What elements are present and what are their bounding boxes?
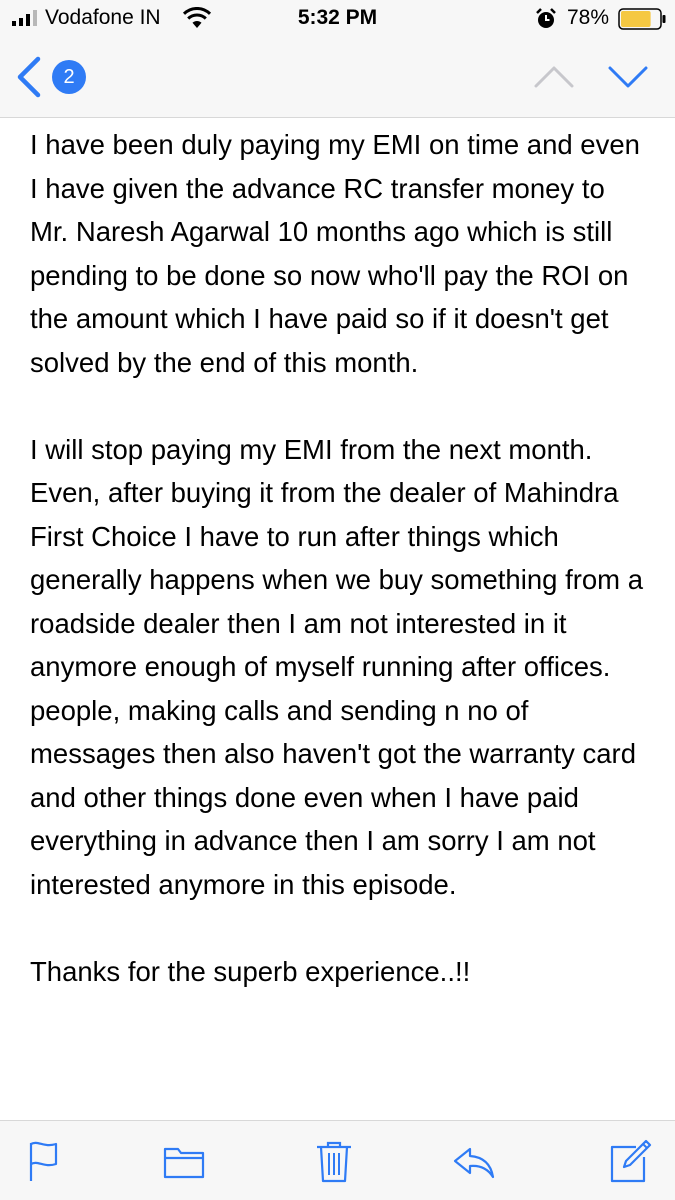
message-paragraph: I have been duly paying my EMI on time a… (30, 129, 640, 378)
folder-icon[interactable] (162, 1139, 206, 1183)
battery-percent: 78% (567, 6, 610, 29)
previous-message-icon[interactable] (532, 62, 576, 92)
back-button[interactable]: 2 (10, 54, 90, 100)
unread-count-badge: 2 (52, 60, 86, 94)
message-body: I have been duly paying my EMI on time a… (0, 118, 675, 1120)
reply-icon[interactable] (452, 1139, 496, 1183)
mail-message-screen: Vodafone IN 5:32 PM 78% 2 I have been du… (0, 0, 675, 1200)
status-bar: Vodafone IN 5:32 PM 78% (0, 0, 675, 38)
alarm-icon (536, 8, 556, 28)
message-paragraph: Thanks for the superb experience..!! (30, 955, 471, 987)
back-chevron-icon (17, 56, 41, 98)
message-paragraph: I will stop paying my EMI from the next … (30, 433, 644, 900)
flag-icon[interactable] (22, 1139, 66, 1183)
navigation-bar: 2 (0, 38, 675, 118)
bottom-toolbar (0, 1120, 675, 1200)
next-message-icon[interactable] (606, 62, 650, 92)
battery-icon (618, 8, 666, 30)
compose-icon[interactable] (608, 1139, 652, 1183)
trash-icon[interactable] (312, 1139, 356, 1183)
